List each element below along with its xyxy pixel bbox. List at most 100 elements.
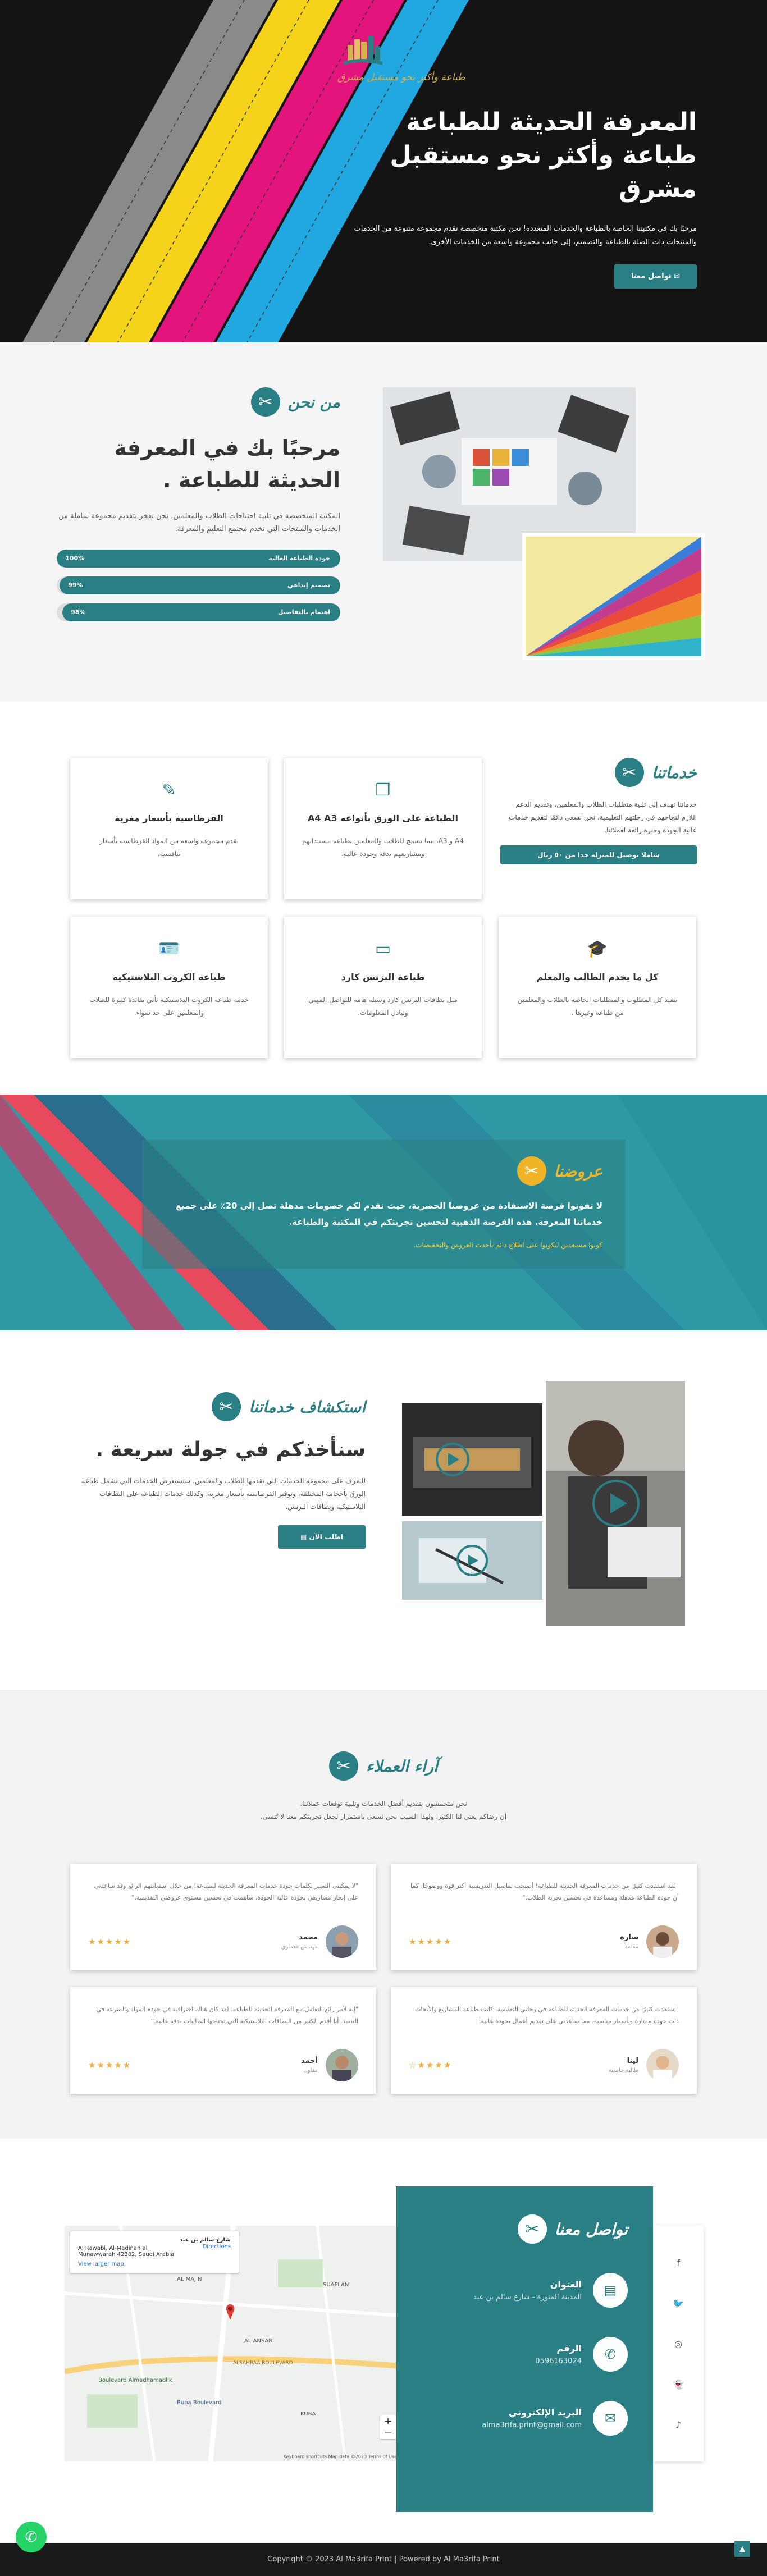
contact-email[interactable]: ✉ البريد الإلكتروني alma3rifa.print@gmail… [421,2401,628,2436]
tour-image-printer [402,1403,542,1516]
avatar [646,1925,679,1958]
order-now-button[interactable]: اطلب الآن ▦ [277,1525,366,1549]
offer-box: ✂ عروضنا لا تفوتوا فرصة الاستفادة من عرو… [142,1140,625,1269]
testimonials-desc-line1: نحن متحمسون بتقديم أفضل الخدمات وتلبية ت… [300,1800,467,1808]
avatar [646,2049,679,2081]
id-card-icon: 🪪 [158,939,180,959]
contact-us-label: تواصل معنا [631,272,672,281]
map-larger-link[interactable]: View larger map [78,2261,231,2267]
about-image-swatches [522,533,705,660]
service-card-desc: تنفيذ كل المطلوب والمتطلبات الخاصة بالطل… [517,996,678,1017]
delivery-button[interactable]: شاملا توصيل للمنزلة جدا من ٥٠ ريال [500,845,697,865]
contact-badge-label: تواصل معنا [554,2220,628,2239]
rating-stars: ★★★★★ [88,1937,132,1947]
service-card: 🎓 كل ما يخدم الطالب والمعلم تنفيذ كل الم… [499,917,696,1058]
skill-bar-label: تصميم إبداعي [287,581,330,589]
service-card: 🪪 طباعة الكروت البلاستيكية خدمة طباعة ال… [70,917,268,1058]
address-value: المدينة المنورة - شارع سالم بن عبد [473,2293,582,2302]
hero-title-line2: طباعة وأكثر نحو مستقبل مشرق [390,141,697,203]
whatsapp-button[interactable]: ✆ [16,2522,47,2552]
offers-badge-label: عروضنا [554,1161,602,1181]
whatsapp-icon: ✆ [25,2528,38,2546]
testimonial-role: معلمة [624,1944,638,1950]
facebook-icon[interactable]: f [677,2258,680,2268]
rating-stars: ★★★★★ [409,1937,453,1947]
email-value: alma3rifa.print@gmail.com [482,2421,582,2429]
twitter-icon[interactable]: 🐦 [673,2298,684,2309]
testimonial-quote: "استفدت كثيرًا من خدمات المعرفة الحديثة … [415,2006,679,2025]
phone-label: الرقم [556,2343,582,2354]
zoom-out-button[interactable]: − [380,2427,396,2439]
site-footer: Copyright © 2023 Al Ma3rifa Print | Powe… [0,2543,767,2576]
map-label: Boulevard Almadhamadlik [98,2377,172,2383]
pencil-icon: ✎ [162,780,176,800]
tour-image-woman [546,1381,685,1626]
logo-tagline: طباعة وأكثر نحو مستقبل مشرق [337,72,465,83]
testimonials-description: نحن متحمسون بتقديم أفضل الخدمات وتلبية ت… [0,1797,767,1823]
service-card-title: طباعة البزنس كارد [341,972,425,982]
credit-card-icon: ▭ [375,939,391,959]
service-card-title: كل ما يخدم الطالب والمعلم [536,972,659,982]
services-description: خدماتنا تهدف إلى تلبية متطلبات الطلاب وا… [509,800,697,834]
offer-text: لا تفوتوا فرصة الاستفادة من عروضنا الحصر… [176,1201,602,1227]
testimonial-name: محمد [299,1933,318,1942]
skill-bar: تصميم إبداعي 99% [57,576,340,594]
map-directions-link[interactable]: Directions [203,2244,231,2250]
map-info-card: شارع سالم بن عبد Al Rawabi, Al-Madinah a… [70,2231,239,2273]
offers-section: ✂ عروضنا لا تفوتوا فرصة الاستفادة من عرو… [0,1095,767,1330]
services-section: ✂ خدماتنا خدماتنا تهدف إلى تلبية متطلبات… [0,702,767,1095]
service-card-title: طباعة الكروت البلاستيكية [112,972,226,982]
skill-bar-label: اهتمام بالتفاصيل [277,608,330,616]
location-map[interactable]: Boulevard Almadhamadlik ALSAHRAA BOULEVA… [65,2226,401,2461]
testimonial-card: "إنه لأمر رائع التعامل مع المعرفة الحديث… [70,1987,376,2094]
service-card: ❐ الطباعة على الورق بأنواعه A4 A3 A4 و A… [284,758,482,899]
scissors-icon: ✂ [212,1392,241,1421]
hero-description: مرحبًا بك في مكتبتنا الخاصة بالطباعة وال… [354,225,697,246]
tour-image-desk [402,1521,542,1600]
tour-description: للتعرف على مجموعة الخدمات التي نقدمها لل… [81,1477,366,1511]
tiktok-icon[interactable]: ♪ [675,2419,681,2430]
map-label: Buba Boulevard [177,2400,222,2406]
avatar [326,1925,358,1958]
offer-subtext: كونوا مستعدين لتكونوا على اطلاع دائم بأح… [413,1241,602,1249]
snapchat-icon[interactable]: 👻 [673,2379,684,2390]
tour-section: ✂ استكشاف خدماتنا سنأخذكم في جولة سريعة … [0,1330,767,1690]
zoom-in-button[interactable]: + [380,2415,396,2427]
building-icon: ▤ [593,2273,628,2308]
about-description: المكتبة المتخصصة في تلبية احتياجات الطلا… [58,512,340,534]
skill-bar-value: 98% [71,608,86,616]
map-place-name: شارع سالم بن عبد [179,2237,231,2243]
tour-title: سنأخذكم في جولة سريعة . [95,1438,366,1461]
copyright-text: Copyright © 2023 Al Ma3rifa Print | Powe… [267,2555,500,2564]
testimonials-desc-line2: إن رضاكم يعني لنا الكثير، ولهذا السبب نح… [260,1812,507,1820]
offers-badge: ✂ عروضنا [165,1156,602,1186]
rating-stars: ★★★★☆ [409,2060,453,2070]
about-badge-label: من نحن [287,392,340,411]
chat-icon: ✉ [671,272,680,281]
service-card: ▭ طباعة البزنس كارد مثل بطاقات البزنس كا… [284,917,482,1058]
envelope-icon: ✉ [593,2401,628,2436]
scissors-icon: ✂ [250,387,280,417]
site-logo[interactable]: طباعة وأكثر نحو مستقبل مشرق [337,34,697,83]
contact-badge: ✂ تواصل معنا [421,2214,628,2244]
scroll-to-top-button[interactable]: ▲ [734,2541,750,2557]
about-section: ✂ من نحن مرحبًا بك في المعرفة الحديثة لل… [0,342,767,702]
service-card-desc: خدمة طباعة الكروت البلاستيكية تأتي بفائد… [89,996,249,1017]
address-label: العنوان [550,2279,582,2290]
map-label: KUBA [300,2411,316,2417]
contact-us-button[interactable]: ✉ تواصل معنا [614,264,697,289]
contact-phone[interactable]: ✆ الرقم 0596163024 [421,2337,628,2372]
services-badge: ✂ خدماتنا [500,758,697,787]
skill-bar-label: جودة الطباعة العالية [268,554,330,562]
testimonial-quote: "لا يمكنني التعبير بكلمات جودة خدمات الم… [94,1882,358,1901]
chevron-up-icon: ▲ [739,2545,746,2554]
map-address: Al Rawabi, Al-Madinah al Munawwarah 4238… [78,2245,175,2258]
rating-stars: ★★★★★ [88,2060,132,2070]
map-footer: Keyboard shortcuts Map data ©2023 Terms … [283,2454,397,2459]
testimonial-name: لينا [627,2057,638,2065]
testimonial-name: أحمد [300,2057,318,2065]
map-label: AL ANSAR [244,2338,273,2344]
contact-box: ✂ تواصل معنا ▤ العنوان المدينة المنورة - … [396,2186,653,2512]
testimonials-badge: ✂ آراء العملاء [0,1751,767,1781]
instagram-icon[interactable]: ◎ [674,2339,682,2349]
